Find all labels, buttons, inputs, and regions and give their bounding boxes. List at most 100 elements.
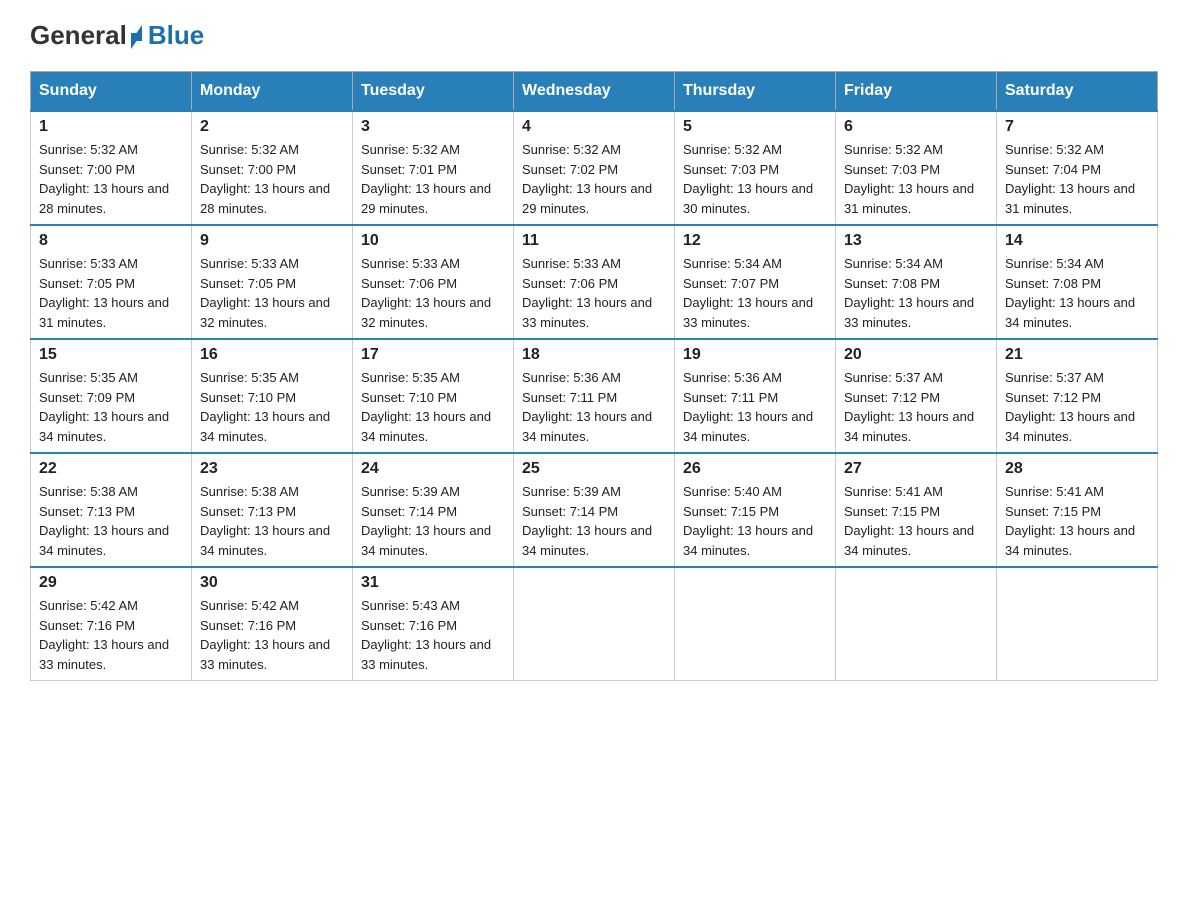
day-info: Sunrise: 5:43 AMSunset: 7:16 PMDaylight:… [361,598,491,672]
day-number: 8 [39,232,183,250]
day-info: Sunrise: 5:37 AMSunset: 7:12 PMDaylight:… [1005,370,1135,444]
day-number: 18 [522,346,666,364]
weekday-header-thursday: Thursday [675,72,836,112]
day-number: 27 [844,460,988,478]
day-number: 11 [522,232,666,250]
day-number: 20 [844,346,988,364]
calendar-day-cell: 18 Sunrise: 5:36 AMSunset: 7:11 PMDaylig… [514,339,675,453]
calendar-week-row: 1 Sunrise: 5:32 AMSunset: 7:00 PMDayligh… [31,111,1158,225]
day-info: Sunrise: 5:35 AMSunset: 7:10 PMDaylight:… [200,370,330,444]
day-number: 2 [200,118,344,136]
day-number: 17 [361,346,505,364]
day-number: 23 [200,460,344,478]
calendar-day-cell: 24 Sunrise: 5:39 AMSunset: 7:14 PMDaylig… [353,453,514,567]
calendar-day-cell: 20 Sunrise: 5:37 AMSunset: 7:12 PMDaylig… [836,339,997,453]
calendar-day-cell: 13 Sunrise: 5:34 AMSunset: 7:08 PMDaylig… [836,225,997,339]
weekday-header-wednesday: Wednesday [514,72,675,112]
day-number: 28 [1005,460,1149,478]
logo: General General Blue [30,20,245,51]
day-number: 3 [361,118,505,136]
calendar-day-cell: 17 Sunrise: 5:35 AMSunset: 7:10 PMDaylig… [353,339,514,453]
day-number: 5 [683,118,827,136]
day-info: Sunrise: 5:42 AMSunset: 7:16 PMDaylight:… [39,598,169,672]
calendar-day-cell: 10 Sunrise: 5:33 AMSunset: 7:06 PMDaylig… [353,225,514,339]
calendar-day-cell: 9 Sunrise: 5:33 AMSunset: 7:05 PMDayligh… [192,225,353,339]
day-number: 26 [683,460,827,478]
day-info: Sunrise: 5:33 AMSunset: 7:06 PMDaylight:… [522,256,652,330]
calendar-table: SundayMondayTuesdayWednesdayThursdayFrid… [30,71,1158,681]
day-info: Sunrise: 5:38 AMSunset: 7:13 PMDaylight:… [200,484,330,558]
day-info: Sunrise: 5:33 AMSunset: 7:05 PMDaylight:… [39,256,169,330]
day-info: Sunrise: 5:36 AMSunset: 7:11 PMDaylight:… [683,370,813,444]
page-header: General General Blue [30,20,1158,51]
day-number: 29 [39,574,183,592]
calendar-day-cell: 22 Sunrise: 5:38 AMSunset: 7:13 PMDaylig… [31,453,192,567]
day-number: 7 [1005,118,1149,136]
empty-cell [997,567,1158,681]
calendar-day-cell: 3 Sunrise: 5:32 AMSunset: 7:01 PMDayligh… [353,111,514,225]
calendar-day-cell: 5 Sunrise: 5:32 AMSunset: 7:03 PMDayligh… [675,111,836,225]
day-info: Sunrise: 5:35 AMSunset: 7:10 PMDaylight:… [361,370,491,444]
day-info: Sunrise: 5:32 AMSunset: 7:01 PMDaylight:… [361,142,491,216]
day-info: Sunrise: 5:40 AMSunset: 7:15 PMDaylight:… [683,484,813,558]
day-info: Sunrise: 5:37 AMSunset: 7:12 PMDaylight:… [844,370,974,444]
day-info: Sunrise: 5:34 AMSunset: 7:08 PMDaylight:… [844,256,974,330]
calendar-week-row: 8 Sunrise: 5:33 AMSunset: 7:05 PMDayligh… [31,225,1158,339]
calendar-day-cell: 11 Sunrise: 5:33 AMSunset: 7:06 PMDaylig… [514,225,675,339]
day-info: Sunrise: 5:32 AMSunset: 7:03 PMDaylight:… [844,142,974,216]
calendar-day-cell: 7 Sunrise: 5:32 AMSunset: 7:04 PMDayligh… [997,111,1158,225]
calendar-day-cell: 14 Sunrise: 5:34 AMSunset: 7:08 PMDaylig… [997,225,1158,339]
weekday-header-sunday: Sunday [31,72,192,112]
calendar-day-cell: 6 Sunrise: 5:32 AMSunset: 7:03 PMDayligh… [836,111,997,225]
weekday-header-row: SundayMondayTuesdayWednesdayThursdayFrid… [31,72,1158,112]
day-number: 24 [361,460,505,478]
calendar-day-cell: 30 Sunrise: 5:42 AMSunset: 7:16 PMDaylig… [192,567,353,681]
day-number: 22 [39,460,183,478]
calendar-day-cell: 2 Sunrise: 5:32 AMSunset: 7:00 PMDayligh… [192,111,353,225]
day-info: Sunrise: 5:36 AMSunset: 7:11 PMDaylight:… [522,370,652,444]
day-info: Sunrise: 5:34 AMSunset: 7:08 PMDaylight:… [1005,256,1135,330]
day-number: 6 [844,118,988,136]
calendar-header: SundayMondayTuesdayWednesdayThursdayFrid… [31,72,1158,112]
day-info: Sunrise: 5:33 AMSunset: 7:05 PMDaylight:… [200,256,330,330]
empty-cell [675,567,836,681]
day-info: Sunrise: 5:32 AMSunset: 7:03 PMDaylight:… [683,142,813,216]
calendar-day-cell: 28 Sunrise: 5:41 AMSunset: 7:15 PMDaylig… [997,453,1158,567]
day-number: 30 [200,574,344,592]
day-info: Sunrise: 5:34 AMSunset: 7:07 PMDaylight:… [683,256,813,330]
day-info: Sunrise: 5:39 AMSunset: 7:14 PMDaylight:… [361,484,491,558]
calendar-day-cell: 23 Sunrise: 5:38 AMSunset: 7:13 PMDaylig… [192,453,353,567]
day-info: Sunrise: 5:41 AMSunset: 7:15 PMDaylight:… [1005,484,1135,558]
day-info: Sunrise: 5:32 AMSunset: 7:00 PMDaylight:… [39,142,169,216]
day-number: 21 [1005,346,1149,364]
calendar-day-cell: 8 Sunrise: 5:33 AMSunset: 7:05 PMDayligh… [31,225,192,339]
calendar-week-row: 29 Sunrise: 5:42 AMSunset: 7:16 PMDaylig… [31,567,1158,681]
calendar-day-cell: 25 Sunrise: 5:39 AMSunset: 7:14 PMDaylig… [514,453,675,567]
day-number: 25 [522,460,666,478]
day-number: 4 [522,118,666,136]
calendar-day-cell: 26 Sunrise: 5:40 AMSunset: 7:15 PMDaylig… [675,453,836,567]
calendar-day-cell: 31 Sunrise: 5:43 AMSunset: 7:16 PMDaylig… [353,567,514,681]
day-info: Sunrise: 5:41 AMSunset: 7:15 PMDaylight:… [844,484,974,558]
calendar-day-cell: 12 Sunrise: 5:34 AMSunset: 7:07 PMDaylig… [675,225,836,339]
calendar-day-cell: 4 Sunrise: 5:32 AMSunset: 7:02 PMDayligh… [514,111,675,225]
weekday-header-friday: Friday [836,72,997,112]
day-number: 13 [844,232,988,250]
calendar-day-cell: 29 Sunrise: 5:42 AMSunset: 7:16 PMDaylig… [31,567,192,681]
calendar-week-row: 15 Sunrise: 5:35 AMSunset: 7:09 PMDaylig… [31,339,1158,453]
day-number: 14 [1005,232,1149,250]
empty-cell [836,567,997,681]
day-info: Sunrise: 5:33 AMSunset: 7:06 PMDaylight:… [361,256,491,330]
logo-general-text: General [30,20,127,51]
day-number: 31 [361,574,505,592]
calendar-day-cell: 16 Sunrise: 5:35 AMSunset: 7:10 PMDaylig… [192,339,353,453]
day-info: Sunrise: 5:39 AMSunset: 7:14 PMDaylight:… [522,484,652,558]
day-number: 10 [361,232,505,250]
calendar-day-cell: 27 Sunrise: 5:41 AMSunset: 7:15 PMDaylig… [836,453,997,567]
calendar-day-cell: 15 Sunrise: 5:35 AMSunset: 7:09 PMDaylig… [31,339,192,453]
day-number: 12 [683,232,827,250]
day-number: 16 [200,346,344,364]
day-info: Sunrise: 5:32 AMSunset: 7:00 PMDaylight:… [200,142,330,216]
day-info: Sunrise: 5:32 AMSunset: 7:02 PMDaylight:… [522,142,652,216]
calendar-week-row: 22 Sunrise: 5:38 AMSunset: 7:13 PMDaylig… [31,453,1158,567]
